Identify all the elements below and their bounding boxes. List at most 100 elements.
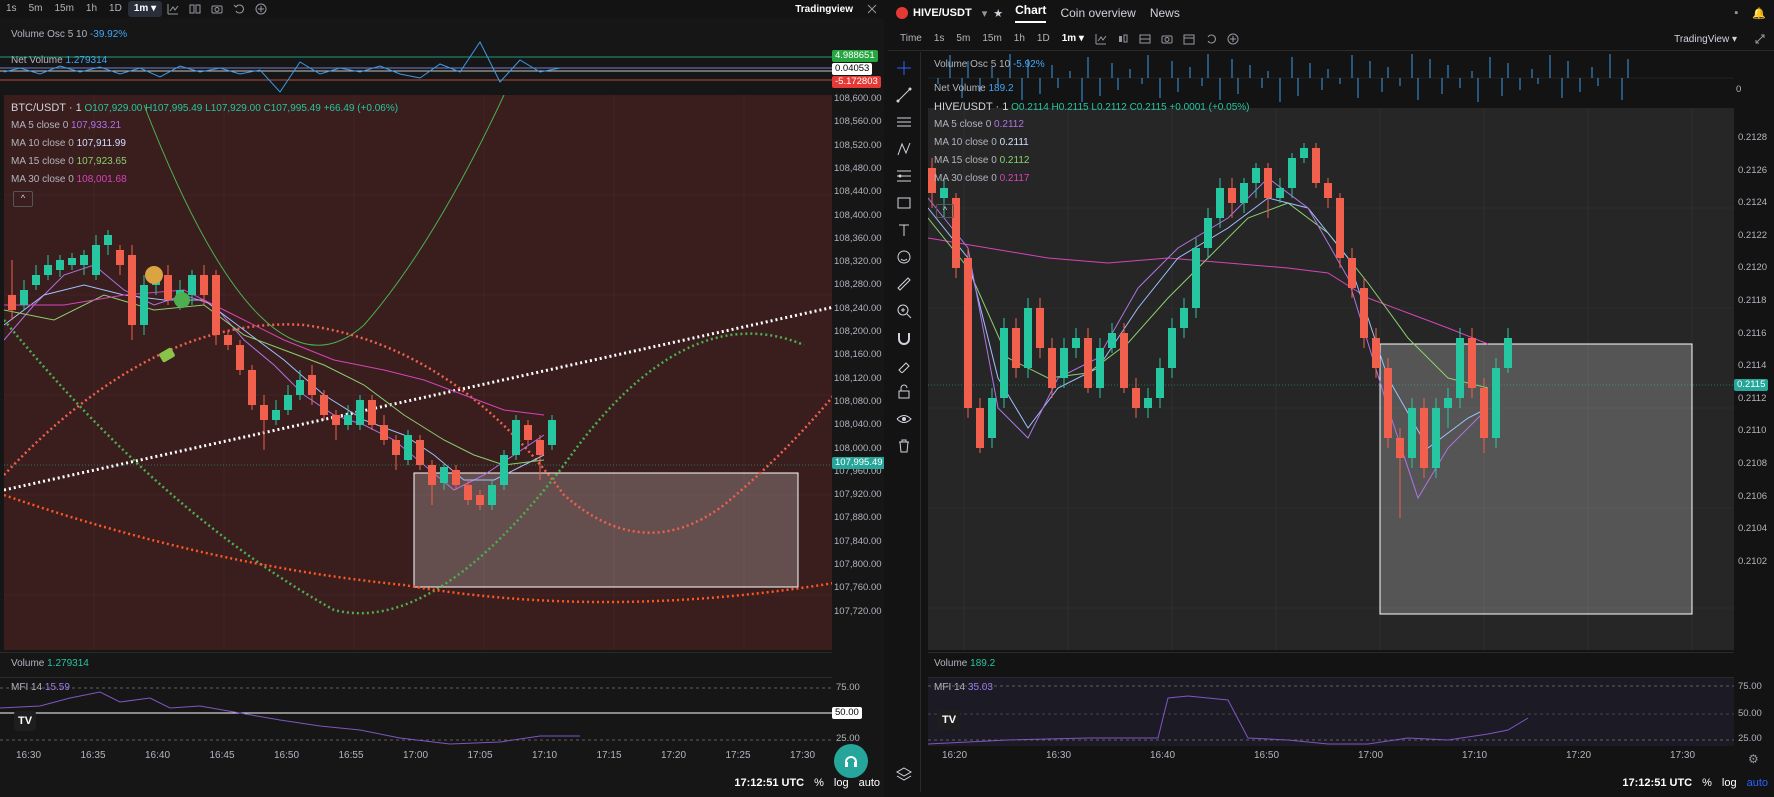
r-candle-style-icon[interactable] <box>1115 31 1131 47</box>
hive-candles <box>928 143 1512 518</box>
net-volume-line <box>0 41 832 93</box>
left-toolbar: 1s 5m 15m 1h 1D 1m ▾ Tradingview <box>0 0 884 18</box>
fib-icon[interactable] <box>893 165 915 187</box>
horizontal-lines-icon[interactable] <box>893 111 915 133</box>
btc-price-chart[interactable]: BTC/USDT · 1 O107,929.00 H107,995.49 L10… <box>4 95 832 650</box>
tf-1D[interactable]: 1D <box>103 1 128 17</box>
btc-axis-label: 108,360.00 <box>834 232 882 244</box>
btc-axis-label: 108,280.00 <box>834 279 882 291</box>
hive-time-axis[interactable]: 16:20 16:30 16:40 16:50 17:00 17:10 17:20 17:30 <box>928 747 1734 769</box>
btc-axis-label: 108,600.00 <box>834 93 882 104</box>
r-tf-15m[interactable]: 15m <box>976 31 1007 47</box>
right-toolbar: Time 1s 5m 15m 1h 1D 1m ▾ TradingView ▾ <box>888 28 1774 51</box>
r-calendar-icon[interactable] <box>1181 31 1197 47</box>
crosshair-icon[interactable] <box>893 57 915 79</box>
indicators-icon[interactable] <box>165 1 181 17</box>
r-undo-icon[interactable] <box>1203 31 1219 47</box>
left-percent-toggle[interactable]: % <box>814 777 824 789</box>
right-percent-toggle[interactable]: % <box>1702 777 1712 789</box>
r-brand-dropdown[interactable]: TradingView ▾ <box>1674 34 1737 45</box>
hive-axis-label: 0.2120 <box>1738 262 1768 274</box>
camera-icon[interactable] <box>209 1 225 17</box>
trendline-icon[interactable] <box>893 84 915 106</box>
r-tf-1D[interactable]: 1D <box>1031 31 1056 47</box>
hive-axis-label: 0.2122 <box>1738 229 1768 241</box>
hive-price-chart[interactable]: HIVE/USDT · 1 O0.2114 H0.2115 L0.2112 C0… <box>928 101 1734 650</box>
tab-news[interactable]: News <box>1150 6 1180 20</box>
r-indicators-icon[interactable] <box>1093 31 1109 47</box>
text-icon[interactable] <box>893 219 915 241</box>
tf-1m-dropdown[interactable]: 1m ▾ <box>127 1 163 17</box>
notification-icon[interactable]: 🔔 <box>1752 7 1766 20</box>
favorite-star-icon[interactable]: ★ <box>993 7 1003 20</box>
tab-coin-overview[interactable]: Coin overview <box>1060 6 1135 20</box>
emoji-icon[interactable] <box>893 246 915 268</box>
expand-icon[interactable] <box>864 1 880 17</box>
rectangle-icon[interactable] <box>893 192 915 214</box>
left-auto-toggle[interactable]: auto <box>859 777 880 789</box>
candle-body <box>536 440 544 455</box>
r-collapse-legend-button[interactable]: ^ <box>936 204 954 218</box>
r-fullscreen-icon[interactable] <box>1752 31 1768 47</box>
undo-icon[interactable] <box>231 1 247 17</box>
r-ma15-legend: MA 15 close 0 0.2112 <box>934 152 1029 170</box>
money-bag-icon <box>145 266 163 284</box>
zoom-icon[interactable] <box>893 300 915 322</box>
r-ma10-legend: MA 10 close 0 0.2111 <box>934 134 1029 152</box>
left-log-toggle[interactable]: log <box>834 777 849 789</box>
candle-body <box>440 467 448 483</box>
right-log-toggle[interactable]: log <box>1722 777 1737 789</box>
settings-icon[interactable]: ▪ <box>1734 7 1738 19</box>
right-header: HIVE/USDT ▾ ★ Chart Coin overview News ▪… <box>888 0 1774 26</box>
candle-body <box>212 275 220 335</box>
hive-axis-label: 0.2126 <box>1738 164 1768 176</box>
hive-time-label: 17:20 <box>1566 750 1592 761</box>
btc-price-axis[interactable]: 108,600.00 108,560.00 108,520.00 108,480.00… <box>832 93 884 650</box>
stay-drawing-icon[interactable] <box>893 354 915 376</box>
btc-axis-label: 108,240.00 <box>834 302 882 314</box>
r-tf-1s[interactable]: 1s <box>928 31 951 47</box>
collapse-legend-button[interactable]: ^ <box>13 191 33 207</box>
tf-5m[interactable]: 5m <box>23 1 49 17</box>
add-icon[interactable] <box>253 1 269 17</box>
r-tf-1h[interactable]: 1h <box>1008 31 1031 47</box>
right-auto-toggle[interactable]: auto <box>1747 777 1768 789</box>
tradingview-logo[interactable]: TV <box>14 711 36 731</box>
hive-chart-canvas <box>928 108 1734 650</box>
candle-body <box>1324 183 1332 198</box>
r-chart-settings-icon[interactable]: ⚙ <box>1748 752 1759 766</box>
ma30-label: MA 30 close 0 <box>11 174 74 185</box>
r-compare-icon[interactable] <box>1137 31 1153 47</box>
tf-1s[interactable]: 1s <box>0 1 23 17</box>
candle-body <box>392 440 400 455</box>
tf-time[interactable]: Time <box>894 31 928 47</box>
ruler-icon[interactable] <box>893 273 915 295</box>
candle-body <box>1216 188 1224 218</box>
eye-icon[interactable] <box>893 408 915 430</box>
btc-last-price-tag: 107,995.49 <box>832 457 884 469</box>
tf-1h[interactable]: 1h <box>80 1 103 17</box>
symbol-dropdown-icon[interactable]: ▾ <box>982 7 988 20</box>
tf-15m[interactable]: 15m <box>48 1 79 17</box>
pattern-icon[interactable] <box>893 138 915 160</box>
r-tf-5m[interactable]: 5m <box>950 31 976 47</box>
r-add-icon[interactable] <box>1225 31 1241 47</box>
compare-icon[interactable] <box>187 1 203 17</box>
trash-icon[interactable] <box>893 435 915 457</box>
hive-axis-label: 0.2114 <box>1738 360 1767 372</box>
r-chevron-up-icon: ^ <box>942 205 948 215</box>
hive-symbol-header[interactable]: HIVE/USDT <box>913 7 972 19</box>
mfi-axis-25: 25.00 <box>836 733 860 744</box>
btc-time-axis[interactable]: 16:30 16:35 16:40 16:45 16:50 16:55 17:00 17:05… <box>0 747 832 769</box>
r-tradingview-logo[interactable]: TV <box>938 710 960 730</box>
lock-icon[interactable] <box>893 381 915 403</box>
hive-price-axis[interactable]: 0.2128 0.2126 0.2124 0.2122 0.2120 0.2118 0.21… <box>1734 108 1774 650</box>
magnet-icon[interactable] <box>893 327 915 349</box>
r-ma10-label: MA 10 close 0 <box>934 137 997 148</box>
tab-chart[interactable]: Chart <box>1015 3 1047 23</box>
r-tf-1m-dropdown[interactable]: 1m ▾ <box>1056 31 1090 47</box>
btc-axis-label: 108,120.00 <box>834 372 882 384</box>
candle-body <box>296 380 304 395</box>
hive-ohlc: O0.2114 H0.2115 L0.2112 C0.2115 +0.0001 … <box>1011 102 1250 113</box>
r-camera-icon[interactable] <box>1159 31 1175 47</box>
